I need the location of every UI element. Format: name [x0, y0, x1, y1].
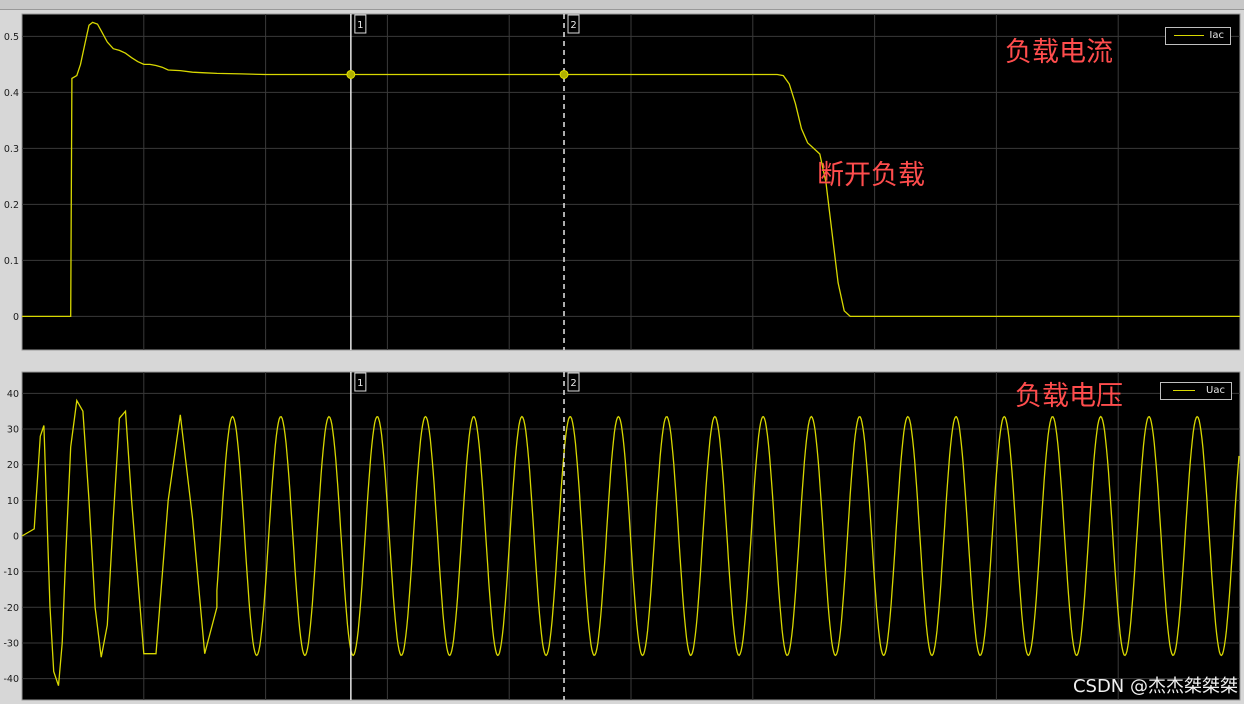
y-tick-label-2-0: 40: [7, 389, 19, 400]
axis-margin-1: [0, 14, 22, 350]
y-tick-label-1-3: 0.3: [4, 144, 19, 155]
cursor-1-marker: [346, 69, 356, 79]
cursor-2-label-2: 2: [570, 378, 576, 389]
y-tick-label-2-2: 20: [7, 460, 19, 471]
annotation-load-voltage: 负载电压: [1015, 381, 1123, 412]
y-tick-label-2-1: 30: [7, 425, 19, 436]
y-tick-label-2-7: -30: [3, 638, 19, 649]
watermark: CSDN @杰杰桀桀桀: [1072, 676, 1238, 697]
legend-uac[interactable]: Uac: [1160, 382, 1232, 400]
y-tick-label-1-1: 0.1: [4, 256, 19, 267]
legend-label-iac: Iac: [1209, 30, 1224, 41]
legend-iac[interactable]: Iac: [1165, 27, 1231, 45]
legend-swatch-iac: [1174, 35, 1204, 36]
y-tick-label-1-5: 0.5: [4, 32, 19, 43]
cursor-1-label-2: 1: [357, 378, 363, 389]
y-tick-label-2-4: 0: [13, 532, 19, 543]
cursor-2-marker: [559, 69, 569, 79]
y-tick-label-2-3: 10: [7, 496, 19, 507]
y-tick-label-2-8: -40: [3, 674, 19, 685]
scope-chart: 0 0.1 0.2 0.3 0.4 0.5 1 2 40 30 20 10 0 -10 -20 -30 -40 1…: [0, 13, 1241, 701]
annotation-disconnect-load: 断开负载: [817, 160, 925, 191]
cursor-1-label-1: 1: [357, 20, 363, 31]
y-tick-label-2-5: -10: [3, 567, 19, 578]
legend-label-uac: Uac: [1206, 385, 1225, 396]
y-tick-label-1-2: 0.2: [4, 200, 19, 211]
cursor-2-label-1: 2: [570, 20, 576, 31]
y-tick-label-1-0: 0: [13, 312, 19, 323]
legend-swatch-uac: [1173, 390, 1195, 391]
y-tick-label-2-6: -20: [3, 603, 19, 614]
annotation-load-current: 负载电流: [1005, 37, 1113, 68]
y-tick-label-1-4: 0.4: [4, 88, 19, 99]
